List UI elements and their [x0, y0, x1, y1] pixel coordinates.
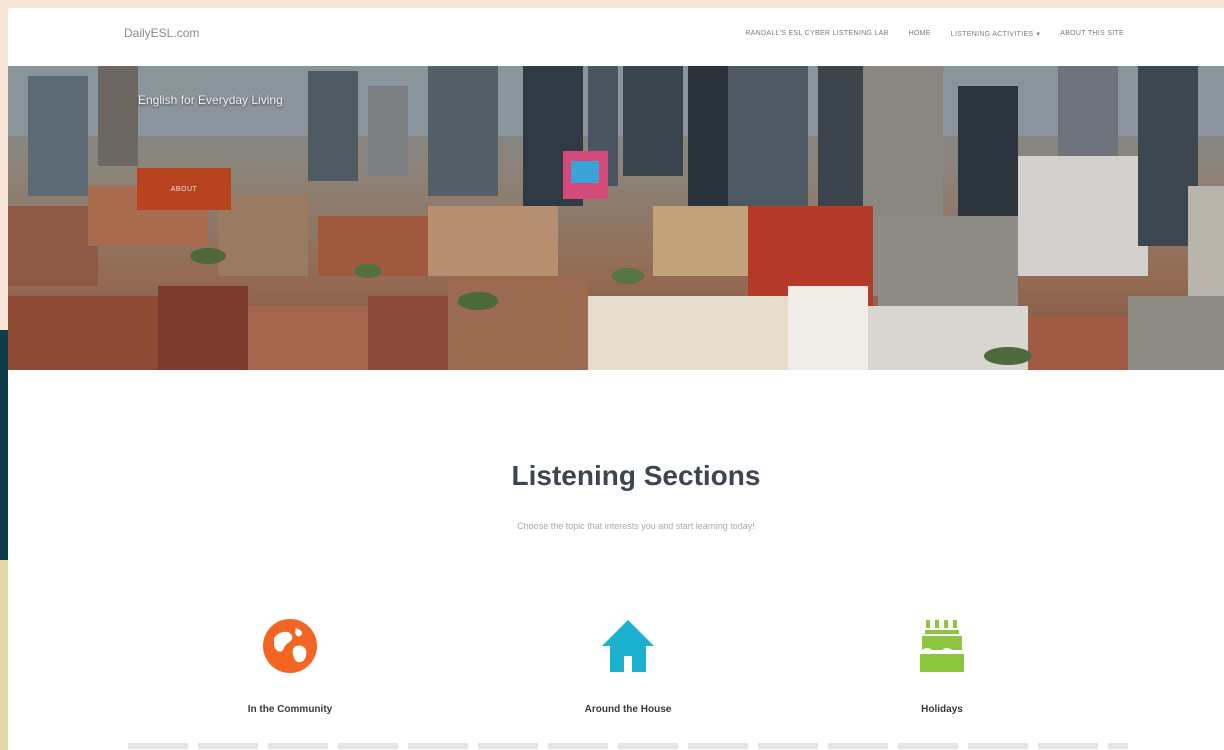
nav-link-about-this-site[interactable]: ABOUT THIS SITE: [1060, 30, 1124, 38]
topic-in-the-community[interactable]: In the Community: [190, 616, 390, 715]
topic-around-the-house[interactable]: Around the House: [528, 616, 728, 715]
nav-links: RANDALL'S ESL CYBER LISTENING LAB HOME L…: [745, 30, 1124, 38]
city-skyline-image: [8, 66, 1224, 370]
topic-label: Around the House: [584, 704, 672, 715]
chevron-down-icon: ▾: [1036, 31, 1041, 38]
site-brand[interactable]: DailyESL.com: [124, 26, 199, 40]
globe-icon: [263, 619, 317, 673]
nav-link-listening-activities[interactable]: LISTENING ACTIVITIES ▾: [951, 30, 1040, 38]
hero-tagline: English for Everyday Living: [138, 93, 283, 107]
topic-descriptions-cutoff: [128, 743, 1128, 749]
section-title: Listening Sections: [511, 460, 761, 491]
hero-banner: English for Everyday Living ABOUT: [8, 66, 1224, 370]
navbar: DailyESL.com RANDALL'S ESL CYBER LISTENI…: [8, 8, 1224, 67]
nav-link-listening-activities-label: LISTENING ACTIVITIES: [950, 31, 1034, 38]
topic-holidays[interactable]: Holidays: [842, 616, 1042, 715]
about-button[interactable]: ABOUT: [137, 168, 231, 210]
topic-label: Holidays: [921, 704, 963, 715]
nav-link-cyber-listening-lab[interactable]: RANDALL'S ESL CYBER LISTENING LAB: [745, 30, 888, 38]
web-page: DailyESL.com RANDALL'S ESL CYBER LISTENI…: [8, 8, 1224, 750]
house-icon: [602, 620, 654, 672]
birthday-cake-icon: [920, 620, 964, 672]
topic-label: In the Community: [247, 704, 333, 715]
section-subtitle: Choose the topic that interests you and …: [517, 521, 755, 531]
nav-link-home[interactable]: HOME: [909, 30, 931, 38]
